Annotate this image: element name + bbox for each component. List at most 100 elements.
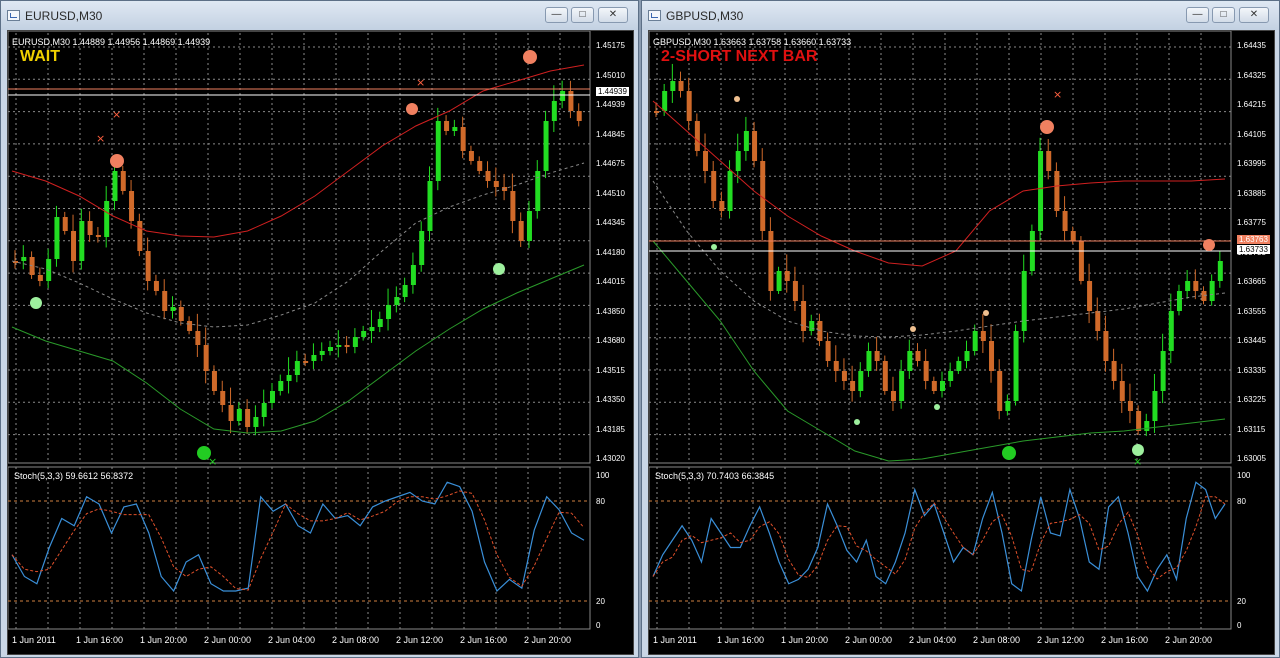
stoch-label: Stoch(5,3,3) 70.7403 66.3845 [655,471,775,481]
candle-body [286,375,292,381]
candle-body [1013,331,1019,401]
candle-body [386,305,392,319]
candle-body [71,231,77,261]
candle-body [1103,331,1109,361]
candle-body [956,361,962,371]
candle-body [261,403,267,417]
candle-body [435,121,441,181]
candle-body [678,81,684,91]
candle-body [1119,381,1125,401]
chart-svg: × × × × [8,31,591,630]
window-titlebar[interactable]: GBPUSD,M30 — □ ✕ [642,1,1279,30]
chart-window-gbpusd[interactable]: GBPUSD,M30 — □ ✕ × × GBPUSD,M30 1.63663 1… [641,0,1280,658]
candle-body [948,371,954,381]
time-tick-label: 2 Jun 00:00 [845,635,893,645]
candle-body [1168,311,1174,351]
candle-body [940,381,945,391]
candle-body [79,221,85,261]
candle-body [1209,281,1215,301]
middle-band-line [11,162,585,328]
candle-body [915,351,921,361]
candle-body [452,127,458,131]
candle-body [703,151,709,171]
candle-body [560,91,566,101]
candle-body [211,371,217,391]
candle-body [352,337,358,347]
lower-band-line [11,264,585,434]
candle-body [162,291,168,311]
candle-body [792,281,798,301]
candle-body [1111,361,1117,381]
candle-body [907,351,913,371]
signal-marker [110,154,124,168]
minimize-button[interactable]: — [1186,7,1209,23]
candle-body [694,121,700,151]
signal-text: 2-SHORT NEXT BAR [661,48,818,65]
candle-body [727,171,733,211]
chart-canvas[interactable]: × × GBPUSD,M30 1.63663 1.63758 1.63660 1.… [648,30,1275,655]
candle-body [120,171,126,191]
signal-marker [734,96,740,102]
maximize-button[interactable]: □ [571,7,594,23]
stoch-tick-label: 100 [1237,471,1251,480]
cross-marker: × [416,76,425,89]
price-tick-label: 1.44180 [596,247,625,257]
signal-text: WAIT [20,48,60,65]
signal-marker [711,244,717,250]
candle-body [551,101,557,121]
signal-marker [854,419,860,425]
stoch-signal-line [652,496,1226,580]
candle-body [228,405,234,421]
upper-band-line [11,64,585,238]
candle-body [1095,311,1101,331]
candle-body [735,151,741,171]
stoch-label: Stoch(5,3,3) 59.6612 56.8372 [14,471,134,481]
price-tick-label: 1.63335 [1237,365,1266,375]
candle-body [468,151,474,161]
candle-body [518,221,524,241]
candle-body [989,341,995,371]
candle-body [1136,411,1142,431]
price-tick-label: 1.64215 [1237,100,1266,109]
candle-body [253,417,259,427]
candle-body [95,235,101,237]
minimize-button[interactable]: — [545,7,568,23]
price-tick-label: 1.63555 [1237,306,1266,316]
chart-canvas[interactable]: × × × × EURUSD,M30 1.44889 1.44956 1.44869 … [7,30,634,655]
candle-body [858,371,864,391]
chart-window-eurusd[interactable]: EURUSD,M30 — □ ✕ × × × × EURUSD,M30 1.44889… [0,0,639,658]
window-titlebar[interactable]: EURUSD,M30 — □ ✕ [1,1,638,30]
candle-body [336,345,342,347]
main-frame [8,31,591,464]
price-tick-label: 1.45010 [596,70,625,80]
close-button[interactable]: ✕ [1239,7,1269,23]
time-tick-label: 1 Jun 2011 [653,635,697,645]
candle-body [882,361,888,391]
stoch-main-line [652,481,1226,593]
stoch-tick-label: 0 [596,621,601,630]
candle-body [145,251,151,281]
time-tick-label: 2 Jun 04:00 [909,635,957,645]
candle-body [477,161,483,171]
maximize-button[interactable]: □ [1212,7,1235,23]
window-title: EURUSD,M30 [25,9,103,23]
close-button[interactable]: ✕ [598,7,628,23]
candle-body [931,381,937,391]
time-tick-label: 1 Jun 2011 [12,635,56,645]
cross-marker: × [112,108,121,121]
candle-body [170,307,176,311]
candle-body [784,271,790,281]
current-price-tag: 1.44939 [596,87,629,96]
candle-body [236,409,242,421]
candle-body [1152,391,1158,421]
candle-body [662,91,668,111]
time-tick-label: 2 Jun 12:00 [1037,635,1085,645]
signal-marker [30,297,42,309]
time-tick-label: 2 Jun 08:00 [332,635,380,645]
time-tick-label: 1 Jun 20:00 [140,635,188,645]
stoch-tick-label: 20 [1237,597,1246,606]
candle-body [809,321,815,331]
candle-body [1087,281,1093,311]
price-tick-label: 1.44345 [596,218,625,227]
signal-marker [406,103,418,115]
